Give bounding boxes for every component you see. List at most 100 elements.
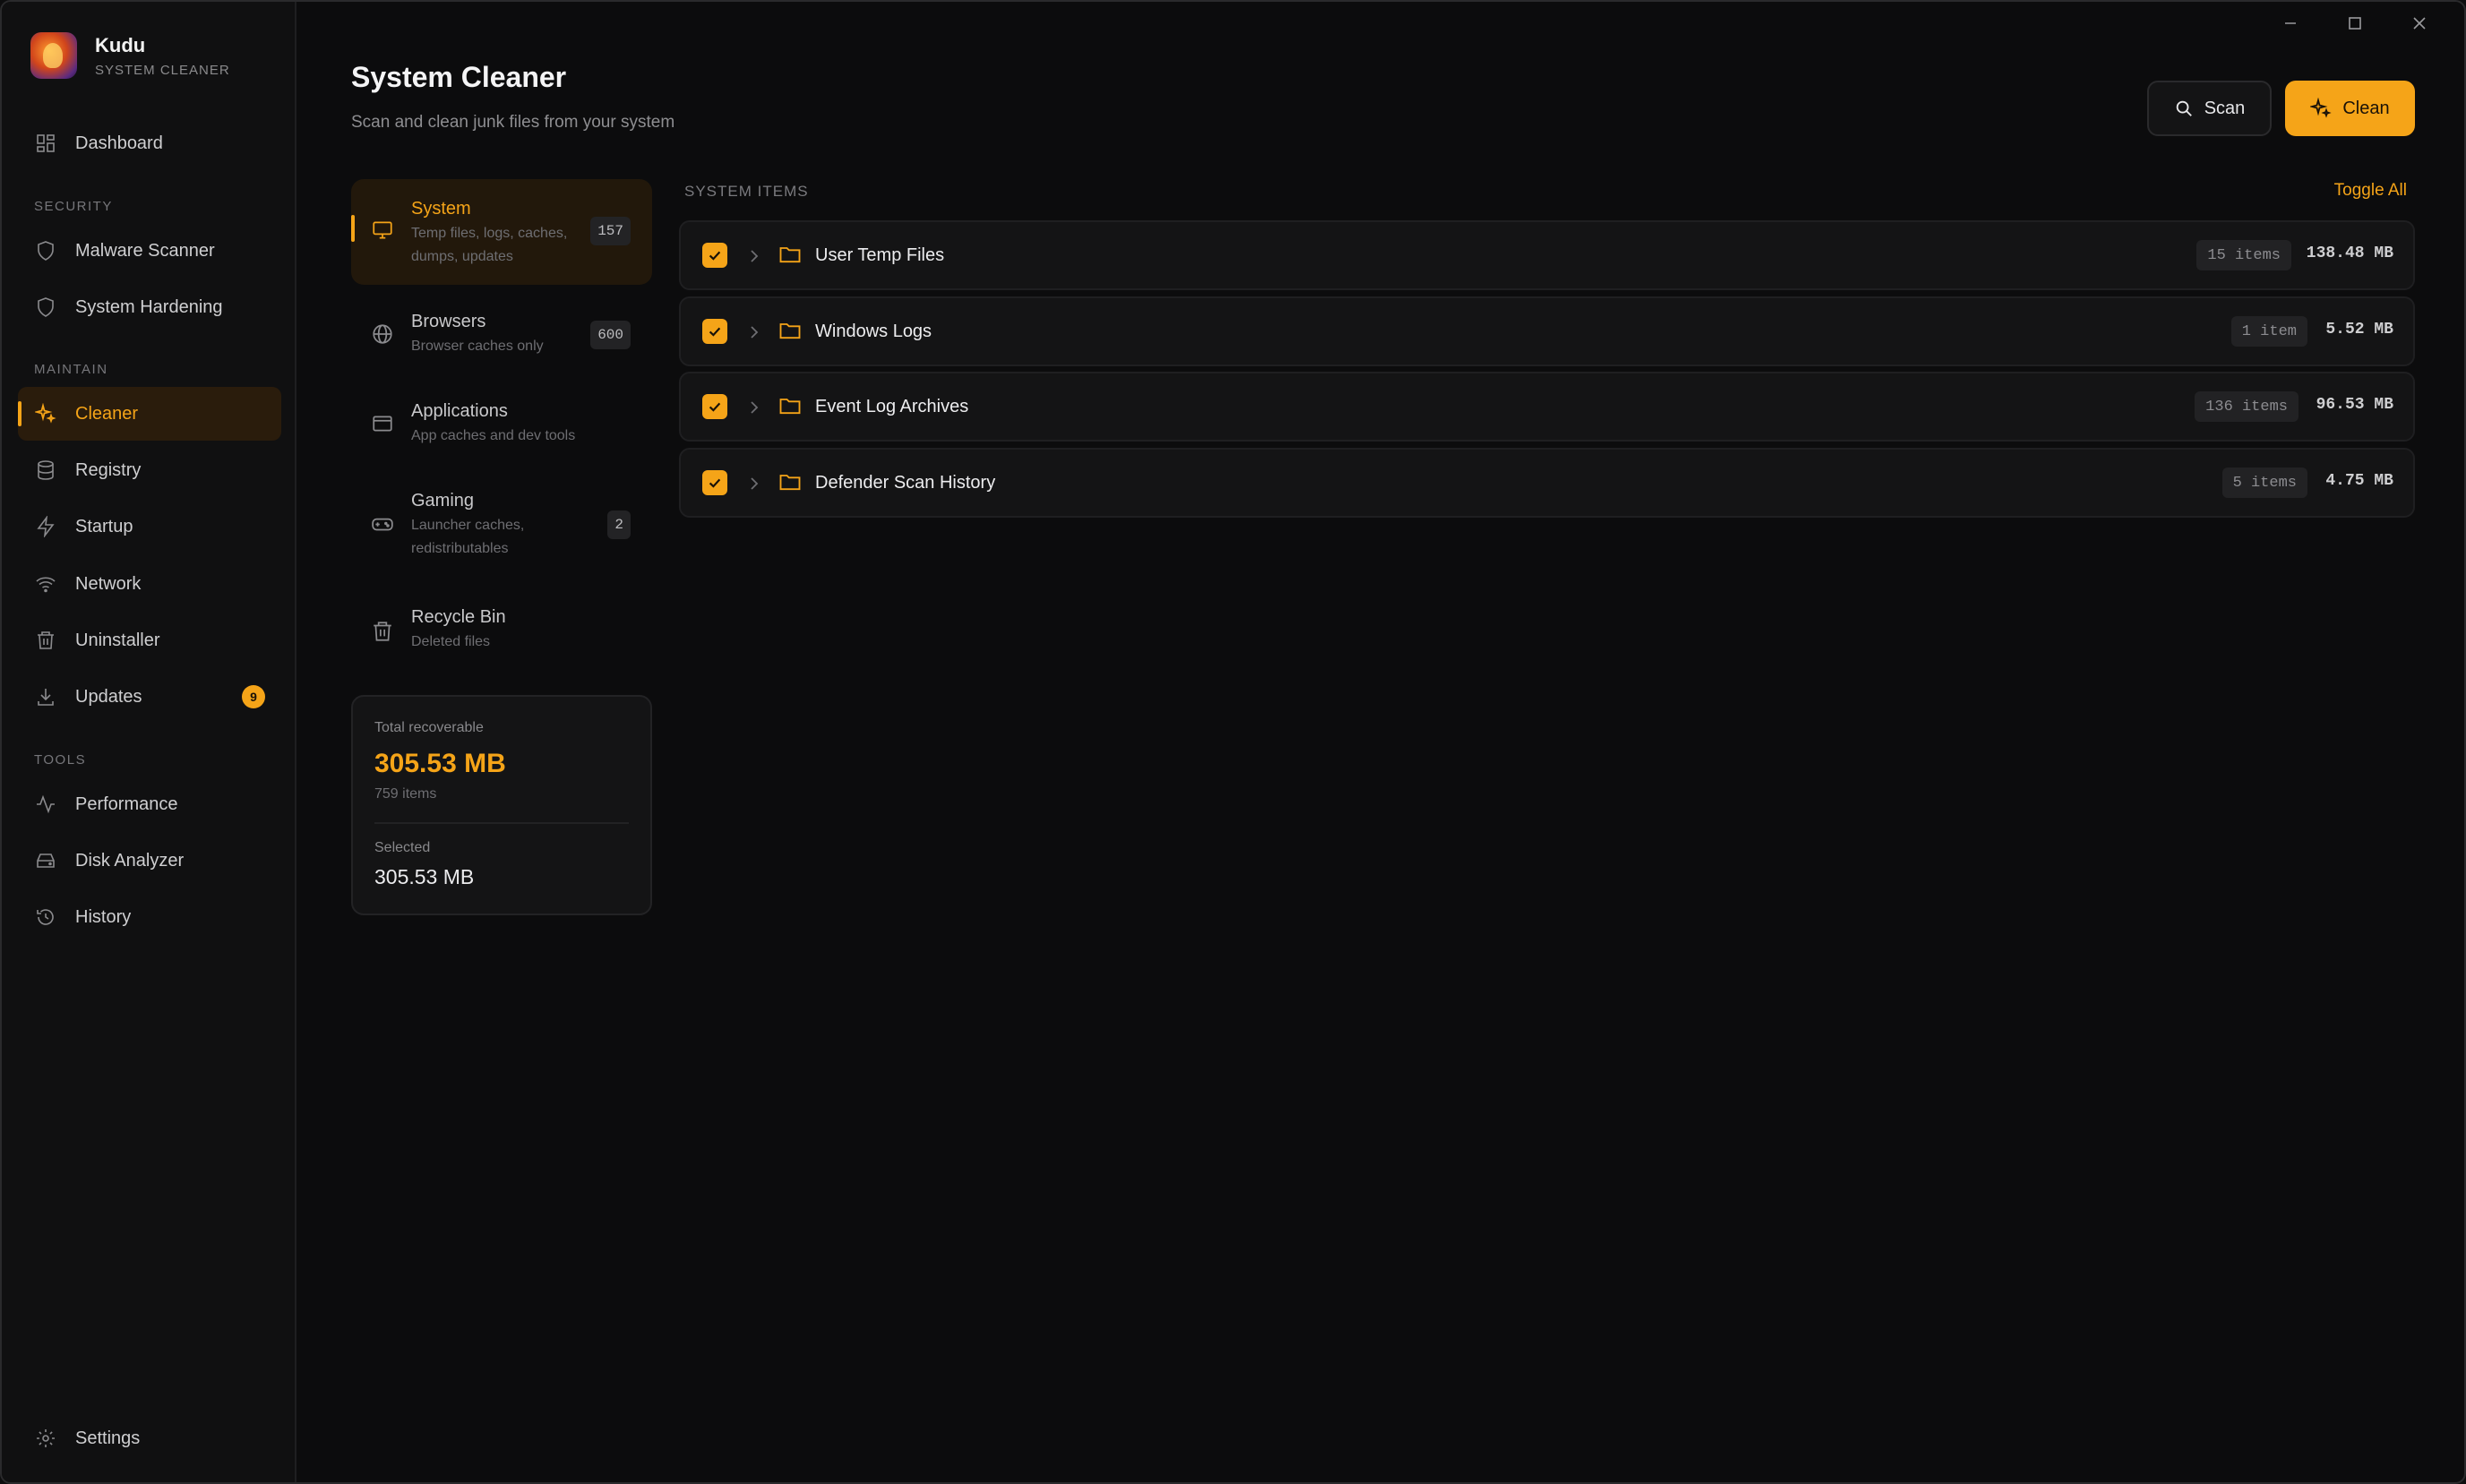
sidebar-item-label: Registry — [75, 459, 142, 480]
sidebar-item-label: History — [75, 906, 132, 927]
item-name: Windows Logs — [815, 322, 932, 341]
brand: Kudu SYSTEM CLEANER — [30, 32, 230, 79]
maximize-icon — [2349, 17, 2361, 30]
folder-icon — [778, 469, 803, 499]
scan-button-label: Scan — [2204, 98, 2246, 118]
toggle-all-link[interactable]: Toggle All — [2334, 181, 2407, 201]
app-window-icon — [371, 412, 396, 437]
close-button[interactable] — [2387, 7, 2452, 39]
clean-button-label: Clean — [2342, 98, 2390, 118]
app-subtitle: SYSTEM CLEANER — [95, 62, 230, 78]
chevron-right-icon[interactable] — [745, 245, 763, 271]
category-count: 157 — [590, 217, 631, 245]
history-icon — [34, 905, 57, 929]
item-size: 5.52 MB — [2325, 321, 2393, 339]
updates-badge: 9 — [242, 685, 265, 708]
globe-icon — [371, 322, 396, 347]
sidebar-item-label: System Hardening — [75, 296, 223, 317]
chevron-right-icon[interactable] — [745, 397, 763, 423]
summary-divider — [374, 822, 629, 824]
item-name: Event Log Archives — [815, 397, 969, 416]
sidebar-item-label: Cleaner — [75, 403, 139, 424]
trash-icon — [34, 629, 57, 652]
category-recycle-bin[interactable]: Recycle Bin Deleted files — [351, 593, 652, 666]
selected-label: Selected — [374, 840, 431, 855]
item-checkbox[interactable] — [702, 243, 727, 268]
item-size: 4.75 MB — [2325, 472, 2393, 490]
sidebar-item-cleaner[interactable]: Cleaner — [18, 387, 281, 441]
category-gaming[interactable]: Gaming Launcher caches, redistributables… — [351, 476, 652, 577]
category-count: 600 — [590, 321, 631, 349]
category-desc: Launcher caches, redistributables — [411, 518, 525, 556]
folder-icon — [778, 393, 803, 423]
sidebar-item-disk-analyzer[interactable]: Disk Analyzer — [18, 834, 281, 888]
sparkle-icon — [2310, 98, 2332, 119]
check-icon — [709, 478, 721, 488]
search-icon — [2174, 99, 2194, 118]
category-browsers[interactable]: Browsers Browser caches only 600 — [351, 297, 652, 371]
item-checkbox[interactable] — [702, 394, 727, 419]
item-size: 96.53 MB — [2316, 396, 2393, 414]
list-item[interactable]: Windows Logs 1 item 5.52 MB — [679, 296, 2415, 366]
clean-button[interactable]: Clean — [2285, 81, 2415, 136]
wifi-icon — [34, 572, 57, 596]
scan-button[interactable]: Scan — [2147, 81, 2272, 136]
trash-icon — [371, 620, 396, 645]
category-desc: Temp files, logs, caches, dumps, updates — [411, 226, 568, 264]
sidebar-item-startup[interactable]: Startup — [18, 500, 281, 553]
disk-icon — [34, 849, 57, 872]
check-icon — [709, 402, 721, 412]
item-checkbox[interactable] — [702, 470, 727, 495]
check-icon — [709, 251, 721, 261]
minimize-button[interactable] — [2258, 7, 2323, 39]
minimize-icon — [2285, 22, 2296, 24]
sparkle-icon — [34, 402, 57, 425]
category-system[interactable]: System Temp files, logs, caches, dumps, … — [351, 179, 652, 285]
sidebar-item-label: Settings — [75, 1428, 141, 1448]
grid-icon — [34, 132, 57, 155]
sidebar-item-dashboard[interactable]: Dashboard — [18, 116, 281, 170]
check-icon — [709, 327, 721, 337]
chevron-right-icon[interactable] — [745, 473, 763, 499]
category-applications[interactable]: Applications App caches and dev tools — [351, 387, 652, 460]
item-checkbox[interactable] — [702, 319, 727, 344]
total-recoverable-label: Total recoverable — [374, 720, 484, 735]
sidebar-item-label: Network — [75, 573, 142, 594]
chevron-right-icon[interactable] — [745, 322, 763, 347]
maximize-button[interactable] — [2323, 7, 2387, 39]
item-count-badge: 136 items — [2195, 391, 2298, 422]
sidebar-item-label: Updates — [75, 686, 142, 707]
list-item[interactable]: User Temp Files 15 items 138.48 MB — [679, 220, 2415, 290]
item-size: 138.48 MB — [2306, 244, 2393, 262]
sidebar-item-label: Dashboard — [75, 133, 163, 153]
category-desc: Deleted files — [411, 634, 491, 649]
app-window: Kudu SYSTEM CLEANER Dashboard SECURITY M… — [0, 0, 2466, 1484]
shield-icon — [34, 239, 57, 262]
sidebar-item-performance[interactable]: Performance — [18, 777, 281, 831]
sidebar-item-settings[interactable]: Settings — [18, 1411, 281, 1465]
list-item[interactable]: Defender Scan History 5 items 4.75 MB — [679, 448, 2415, 518]
sidebar-item-registry[interactable]: Registry — [18, 443, 281, 497]
sidebar-item-uninstaller[interactable]: Uninstaller — [18, 613, 281, 667]
category-title: System — [411, 199, 471, 219]
gear-icon — [34, 1427, 57, 1450]
category-title: Recycle Bin — [411, 607, 506, 627]
item-name: Defender Scan History — [815, 473, 996, 493]
sidebar-item-label: Performance — [75, 793, 178, 814]
selected-value: 305.53 MB — [374, 865, 475, 888]
sidebar-item-malware-scanner[interactable]: Malware Scanner — [18, 224, 281, 278]
sidebar-item-label: Uninstaller — [75, 630, 160, 650]
sidebar-item-updates[interactable]: Updates 9 — [18, 670, 281, 724]
window-controls — [2258, 7, 2452, 39]
page-subtitle: Scan and clean junk files from your syst… — [351, 113, 675, 132]
summary-card: Total recoverable 305.53 MB 759 items Se… — [351, 695, 652, 915]
list-item[interactable]: Event Log Archives 136 items 96.53 MB — [679, 372, 2415, 442]
sidebar-item-network[interactable]: Network — [18, 557, 281, 611]
sidebar-item-history[interactable]: History — [18, 890, 281, 944]
section-tools: TOOLS — [34, 752, 87, 768]
category-title: Applications — [411, 401, 508, 421]
section-security: SECURITY — [34, 199, 113, 214]
sidebar-item-system-hardening[interactable]: System Hardening — [18, 280, 281, 334]
app-name: Kudu — [95, 33, 146, 56]
activity-icon — [34, 793, 57, 816]
